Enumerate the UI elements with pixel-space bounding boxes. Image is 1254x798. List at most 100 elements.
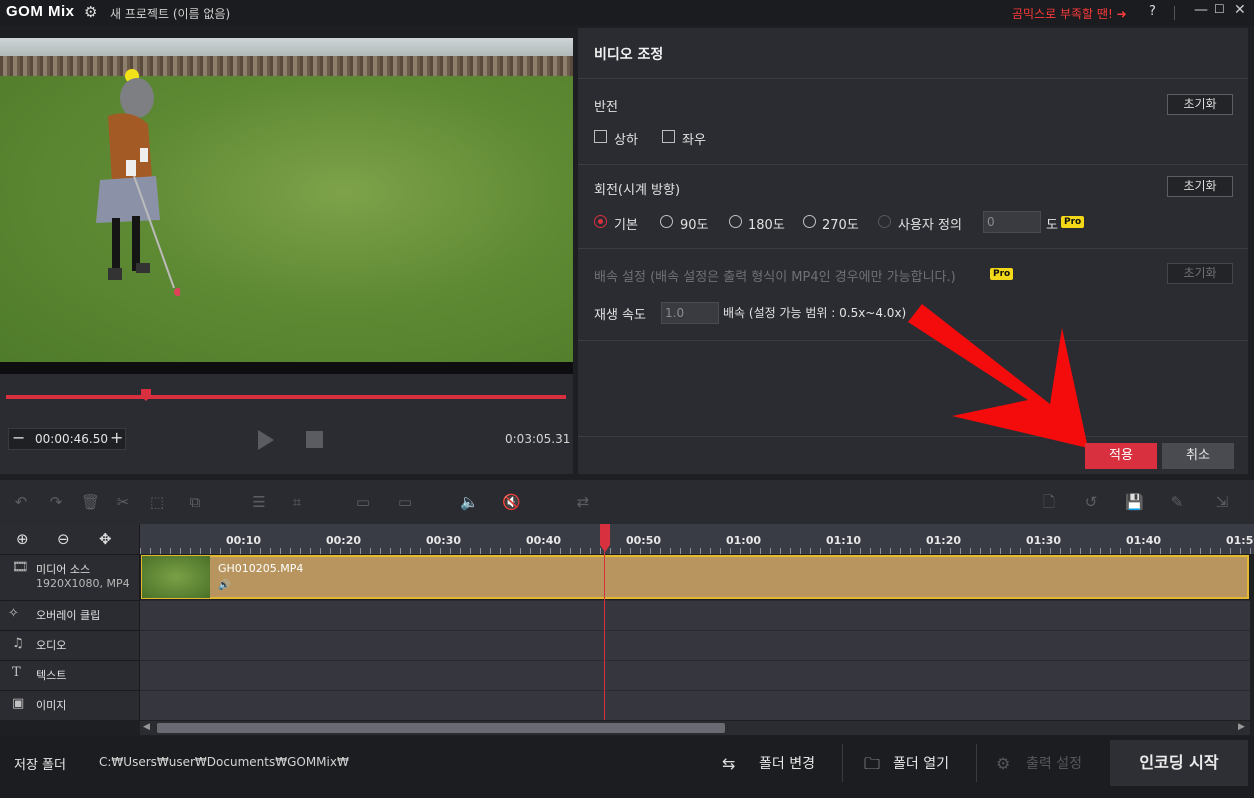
maximize-button[interactable]: ☐ (1214, 2, 1225, 16)
rotate-custom-input[interactable]: 0 (983, 211, 1041, 233)
audio-lane[interactable] (140, 630, 1250, 660)
rotate-180-radio[interactable] (729, 215, 742, 228)
folder-icon[interactable]: 🗀 (864, 744, 880, 784)
output-settings-button[interactable]: 출력 설정 (1026, 744, 1082, 784)
divider (976, 744, 977, 782)
undo-icon[interactable]: ↶ (12, 493, 30, 511)
select-icon[interactable]: ⬚ (148, 493, 166, 511)
divider (1174, 6, 1175, 20)
redo-icon[interactable]: ↷ (47, 493, 65, 511)
crop-icon[interactable]: ⌗ (288, 493, 306, 511)
golfer-figure (96, 69, 180, 296)
image-before-icon[interactable]: ▭ (354, 493, 372, 511)
divider (842, 744, 843, 782)
rotate-270-radio[interactable] (803, 215, 816, 228)
cancel-button[interactable]: 취소 (1162, 443, 1234, 469)
scroll-right-icon[interactable]: ▶ (1238, 722, 1245, 732)
save-icon[interactable]: 💾 (1125, 493, 1144, 511)
mute-icon[interactable]: 🔇 (502, 493, 521, 511)
cut-icon[interactable]: ✂ (114, 493, 132, 511)
rotate-unit-label: 도 (1046, 218, 1058, 233)
save-as-icon[interactable]: ✎ (1168, 493, 1186, 511)
timecode-minus-button[interactable]: − (12, 428, 25, 447)
zoom-out-icon[interactable]: ⊖ (57, 530, 70, 548)
scrollbar-thumb[interactable] (157, 723, 725, 733)
adjust-icon[interactable]: ☰ (250, 493, 268, 511)
divider (578, 164, 1248, 165)
track-label: 미디어 소스 (36, 563, 91, 576)
rotate-section-label: 회전(시계 방향) (594, 183, 681, 198)
split-icon[interactable]: ⧉ (186, 493, 204, 511)
rotate-270-label: 270도 (822, 218, 859, 233)
play-icon[interactable] (258, 430, 274, 450)
delete-icon[interactable]: 🗑 (81, 493, 100, 511)
ruler-ticks (140, 548, 1254, 554)
ruler-tick-label: 00:10 (226, 534, 262, 547)
play-speed-label: 재생 속도 (594, 308, 646, 323)
rotate-custom-radio[interactable] (878, 215, 891, 228)
folder-change-icon[interactable]: ⇆ (722, 744, 735, 784)
pro-badge: Pro (990, 268, 1014, 280)
ruler-tick-label: 01:50 (1226, 534, 1254, 547)
seek-bar[interactable] (6, 395, 566, 399)
change-folder-button[interactable]: 폴더 변경 (759, 744, 815, 784)
zoom-in-icon[interactable]: ⊕ (16, 530, 29, 548)
ruler-tick-label: 00:20 (326, 534, 362, 547)
apply-button[interactable]: 적용 (1085, 443, 1157, 469)
new-project-icon[interactable]: 🗋 (1040, 493, 1058, 511)
flip-horizontal-checkbox[interactable] (662, 130, 675, 143)
output-settings-icon[interactable]: ⚙ (996, 744, 1010, 784)
image-lane[interactable] (140, 690, 1250, 720)
clip-thumbnail (142, 556, 210, 598)
scroll-left-icon[interactable]: ◀ (143, 722, 150, 732)
replace-icon[interactable]: ⇄ (574, 493, 592, 511)
export-icon[interactable]: ⇲ (1213, 493, 1231, 511)
playhead-line (604, 540, 605, 720)
open-project-icon[interactable]: ↺ (1082, 493, 1100, 511)
player-controls (0, 374, 573, 474)
timecode-plus-button[interactable]: + (110, 428, 123, 447)
text-lane[interactable] (140, 660, 1250, 690)
speed-range-text: 배속 (설정 가능 범위 : 0.5x~4.0x) (723, 306, 907, 320)
ruler-tick-label: 01:00 (726, 534, 762, 547)
overlay-lane[interactable] (140, 600, 1250, 630)
flip-horizontal-label: 좌우 (682, 133, 706, 148)
current-timecode[interactable]: 00:00:46.50 (35, 432, 108, 446)
play-speed-input[interactable]: 1.0 (661, 302, 719, 324)
image-after-icon[interactable]: ▭ (396, 493, 414, 511)
volume-icon[interactable]: 🔈 (460, 493, 479, 511)
red-arrow-annotation (908, 304, 1088, 448)
speaker-icon: 🔊 (218, 580, 231, 591)
rotate-90-label: 90도 (680, 218, 709, 233)
rotate-reset-button[interactable]: 초기화 (1167, 176, 1233, 197)
film-icon: 🎞 (12, 560, 29, 575)
flip-vertical-checkbox[interactable] (594, 130, 607, 143)
speed-reset-button[interactable]: 초기화 (1167, 263, 1233, 284)
open-folder-button[interactable]: 폴더 열기 (893, 744, 949, 784)
rotate-default-radio[interactable] (594, 215, 607, 228)
video-preview (0, 38, 573, 362)
ruler-tick-label: 00:30 (426, 534, 462, 547)
fit-icon[interactable]: ✥ (99, 530, 112, 548)
video-grass (0, 76, 573, 362)
save-folder-label: 저장 폴더 (14, 758, 66, 773)
track-text[interactable] (0, 660, 140, 690)
track-label: 텍스트 (36, 669, 67, 682)
close-button[interactable]: ✕ (1234, 2, 1246, 18)
encode-start-button[interactable]: 인코딩 시작 (1110, 740, 1248, 786)
stop-icon[interactable] (306, 431, 323, 448)
rotate-default-label: 기본 (614, 218, 638, 233)
media-clip[interactable] (141, 555, 1249, 599)
help-button[interactable]: ? (1149, 4, 1156, 19)
project-name: 새 프로젝트 (이름 없음) (110, 7, 231, 21)
music-note-icon: ♫ (12, 636, 24, 651)
app-logo: GOM Mix (6, 3, 75, 20)
clip-name: GH010205.MP4 (218, 562, 304, 575)
ruler-tick-label: 01:20 (926, 534, 962, 547)
promo-link[interactable]: 곰믹스로 부족할 땐! ➜ (1012, 5, 1127, 22)
minimize-button[interactable]: — (1194, 2, 1208, 18)
track-label: 오버레이 클립 (36, 609, 101, 622)
rotate-90-radio[interactable] (660, 215, 673, 228)
gear-icon[interactable]: ⚙ (84, 4, 100, 20)
flip-reset-button[interactable]: 초기화 (1167, 94, 1233, 115)
